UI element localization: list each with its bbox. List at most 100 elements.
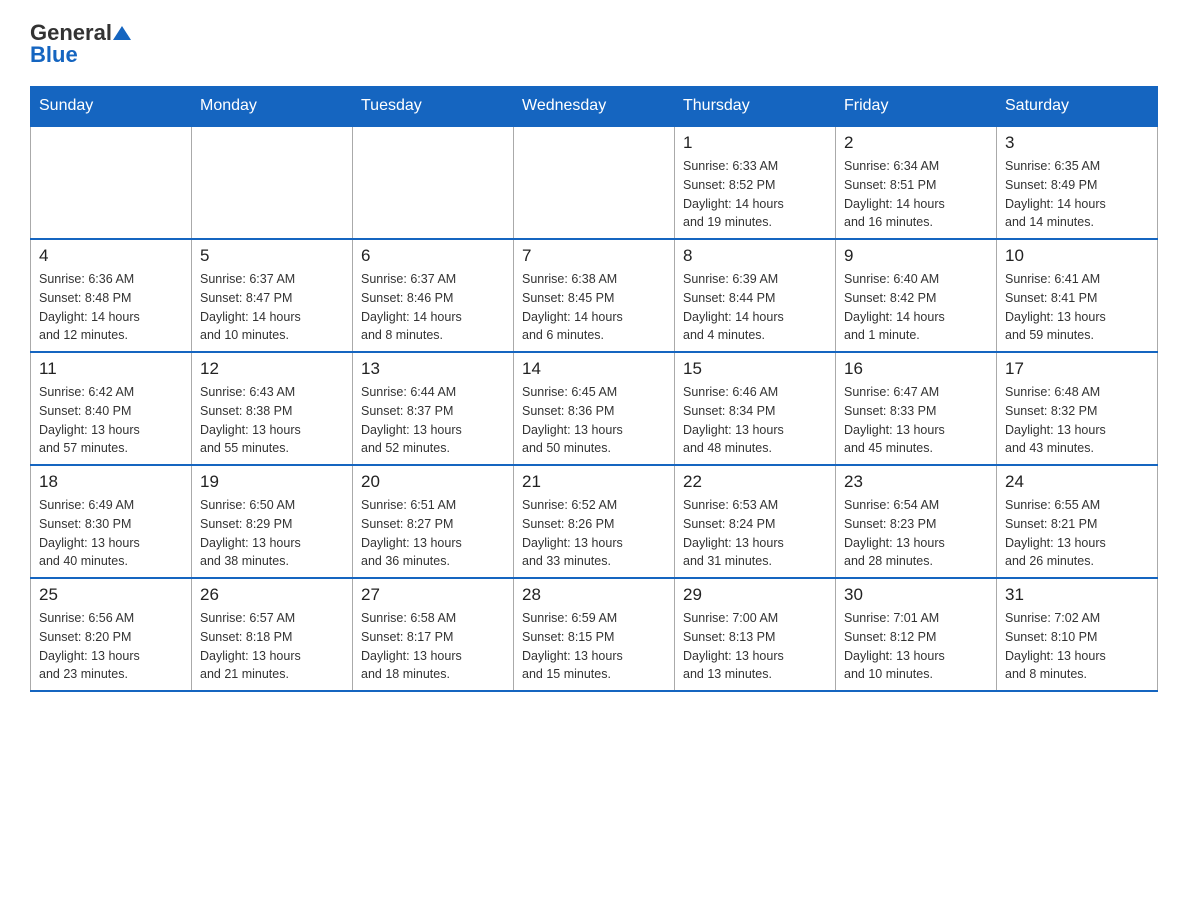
day-info: Sunrise: 6:50 AMSunset: 8:29 PMDaylight:… — [200, 496, 344, 571]
calendar-cell — [353, 126, 514, 239]
day-info: Sunrise: 6:46 AMSunset: 8:34 PMDaylight:… — [683, 383, 827, 458]
day-number: 28 — [522, 585, 666, 605]
calendar-cell: 24 Sunrise: 6:55 AMSunset: 8:21 PMDayligh… — [997, 465, 1158, 578]
calendar-cell: 7 Sunrise: 6:38 AMSunset: 8:45 PMDaylight… — [514, 239, 675, 352]
logo-triangle-icon — [113, 24, 131, 42]
calendar-cell: 10Sunrise: 6:41 AMSunset: 8:41 PMDayligh… — [997, 239, 1158, 352]
calendar-cell: 14 Sunrise: 6:45 AMSunset: 8:36 PMDayligh… — [514, 352, 675, 465]
day-info: Sunrise: 6:37 AMSunset: 8:47 PMDaylight:… — [200, 270, 344, 345]
calendar-cell: 30 Sunrise: 7:01 AMSunset: 8:12 PMDayligh… — [836, 578, 997, 691]
day-number: 3 — [1005, 133, 1149, 153]
calendar-cell: 19 Sunrise: 6:50 AMSunset: 8:29 PMDayligh… — [192, 465, 353, 578]
column-header-monday: Monday — [192, 87, 353, 127]
calendar-week-row: 11 Sunrise: 6:42 AMSunset: 8:40 PMDayligh… — [31, 352, 1158, 465]
calendar-table: SundayMondayTuesdayWednesdayThursdayFrid… — [30, 86, 1158, 692]
calendar-cell: 5Sunrise: 6:37 AMSunset: 8:47 PMDaylight… — [192, 239, 353, 352]
calendar-week-row: 4 Sunrise: 6:36 AMSunset: 8:48 PMDaylight… — [31, 239, 1158, 352]
day-number: 15 — [683, 359, 827, 379]
day-number: 31 — [1005, 585, 1149, 605]
calendar-cell: 31 Sunrise: 7:02 AMSunset: 8:10 PMDayligh… — [997, 578, 1158, 691]
day-info: Sunrise: 6:36 AMSunset: 8:48 PMDaylight:… — [39, 270, 183, 345]
day-number: 30 — [844, 585, 988, 605]
calendar-cell: 15 Sunrise: 6:46 AMSunset: 8:34 PMDayligh… — [675, 352, 836, 465]
column-header-tuesday: Tuesday — [353, 87, 514, 127]
column-header-wednesday: Wednesday — [514, 87, 675, 127]
day-info: Sunrise: 6:35 AMSunset: 8:49 PMDaylight:… — [1005, 157, 1149, 232]
calendar-cell: 12 Sunrise: 6:43 AMSunset: 8:38 PMDayligh… — [192, 352, 353, 465]
logo-blue-text: Blue — [30, 42, 78, 68]
day-info: Sunrise: 6:52 AMSunset: 8:26 PMDaylight:… — [522, 496, 666, 571]
calendar-cell: 4 Sunrise: 6:36 AMSunset: 8:48 PMDaylight… — [31, 239, 192, 352]
calendar-cell — [192, 126, 353, 239]
column-header-thursday: Thursday — [675, 87, 836, 127]
day-number: 2 — [844, 133, 988, 153]
day-number: 23 — [844, 472, 988, 492]
day-number: 19 — [200, 472, 344, 492]
calendar-cell: 3 Sunrise: 6:35 AMSunset: 8:49 PMDaylight… — [997, 126, 1158, 239]
calendar-cell: 13 Sunrise: 6:44 AMSunset: 8:37 PMDayligh… — [353, 352, 514, 465]
day-number: 9 — [844, 246, 988, 266]
day-number: 25 — [39, 585, 183, 605]
day-info: Sunrise: 6:38 AMSunset: 8:45 PMDaylight:… — [522, 270, 666, 345]
calendar-cell: 27Sunrise: 6:58 AMSunset: 8:17 PMDayligh… — [353, 578, 514, 691]
day-info: Sunrise: 7:00 AMSunset: 8:13 PMDaylight:… — [683, 609, 827, 684]
calendar-cell: 16 Sunrise: 6:47 AMSunset: 8:33 PMDayligh… — [836, 352, 997, 465]
day-info: Sunrise: 6:51 AMSunset: 8:27 PMDaylight:… — [361, 496, 505, 571]
calendar-cell: 18Sunrise: 6:49 AMSunset: 8:30 PMDayligh… — [31, 465, 192, 578]
day-number: 22 — [683, 472, 827, 492]
calendar-cell: 28 Sunrise: 6:59 AMSunset: 8:15 PMDayligh… — [514, 578, 675, 691]
day-info: Sunrise: 6:55 AMSunset: 8:21 PMDaylight:… — [1005, 496, 1149, 571]
calendar-cell — [514, 126, 675, 239]
day-info: Sunrise: 6:47 AMSunset: 8:33 PMDaylight:… — [844, 383, 988, 458]
day-number: 6 — [361, 246, 505, 266]
column-header-saturday: Saturday — [997, 87, 1158, 127]
day-info: Sunrise: 6:53 AMSunset: 8:24 PMDaylight:… — [683, 496, 827, 571]
day-number: 13 — [361, 359, 505, 379]
day-number: 1 — [683, 133, 827, 153]
day-info: Sunrise: 6:56 AMSunset: 8:20 PMDaylight:… — [39, 609, 183, 684]
page-header: General Blue — [30, 20, 1158, 68]
calendar-cell: 25 Sunrise: 6:56 AMSunset: 8:20 PMDayligh… — [31, 578, 192, 691]
calendar-cell — [31, 126, 192, 239]
calendar-week-row: 18Sunrise: 6:49 AMSunset: 8:30 PMDayligh… — [31, 465, 1158, 578]
day-info: Sunrise: 6:42 AMSunset: 8:40 PMDaylight:… — [39, 383, 183, 458]
day-info: Sunrise: 6:34 AMSunset: 8:51 PMDaylight:… — [844, 157, 988, 232]
day-info: Sunrise: 6:33 AMSunset: 8:52 PMDaylight:… — [683, 157, 827, 232]
calendar-cell: 26 Sunrise: 6:57 AMSunset: 8:18 PMDayligh… — [192, 578, 353, 691]
calendar-cell: 9 Sunrise: 6:40 AMSunset: 8:42 PMDaylight… — [836, 239, 997, 352]
day-number: 21 — [522, 472, 666, 492]
day-info: Sunrise: 7:02 AMSunset: 8:10 PMDaylight:… — [1005, 609, 1149, 684]
day-number: 11 — [39, 359, 183, 379]
day-number: 14 — [522, 359, 666, 379]
calendar-cell: 1 Sunrise: 6:33 AMSunset: 8:52 PMDaylight… — [675, 126, 836, 239]
day-info: Sunrise: 6:45 AMSunset: 8:36 PMDaylight:… — [522, 383, 666, 458]
day-info: Sunrise: 6:37 AMSunset: 8:46 PMDaylight:… — [361, 270, 505, 345]
day-info: Sunrise: 6:43 AMSunset: 8:38 PMDaylight:… — [200, 383, 344, 458]
day-number: 12 — [200, 359, 344, 379]
day-info: Sunrise: 7:01 AMSunset: 8:12 PMDaylight:… — [844, 609, 988, 684]
day-info: Sunrise: 6:48 AMSunset: 8:32 PMDaylight:… — [1005, 383, 1149, 458]
calendar-cell: 6 Sunrise: 6:37 AMSunset: 8:46 PMDaylight… — [353, 239, 514, 352]
calendar-cell: 21 Sunrise: 6:52 AMSunset: 8:26 PMDayligh… — [514, 465, 675, 578]
day-info: Sunrise: 6:39 AMSunset: 8:44 PMDaylight:… — [683, 270, 827, 345]
calendar-cell: 2 Sunrise: 6:34 AMSunset: 8:51 PMDaylight… — [836, 126, 997, 239]
day-info: Sunrise: 6:54 AMSunset: 8:23 PMDaylight:… — [844, 496, 988, 571]
day-info: Sunrise: 6:59 AMSunset: 8:15 PMDaylight:… — [522, 609, 666, 684]
day-number: 20 — [361, 472, 505, 492]
day-number: 7 — [522, 246, 666, 266]
calendar-cell: 29 Sunrise: 7:00 AMSunset: 8:13 PMDayligh… — [675, 578, 836, 691]
calendar-header-row: SundayMondayTuesdayWednesdayThursdayFrid… — [31, 87, 1158, 127]
day-info: Sunrise: 6:58 AMSunset: 8:17 PMDaylight:… — [361, 609, 505, 684]
day-number: 18 — [39, 472, 183, 492]
day-info: Sunrise: 6:57 AMSunset: 8:18 PMDaylight:… — [200, 609, 344, 684]
calendar-cell: 20 Sunrise: 6:51 AMSunset: 8:27 PMDayligh… — [353, 465, 514, 578]
day-info: Sunrise: 6:44 AMSunset: 8:37 PMDaylight:… — [361, 383, 505, 458]
day-number: 29 — [683, 585, 827, 605]
day-number: 16 — [844, 359, 988, 379]
day-number: 26 — [200, 585, 344, 605]
day-number: 4 — [39, 246, 183, 266]
day-info: Sunrise: 6:40 AMSunset: 8:42 PMDaylight:… — [844, 270, 988, 345]
column-header-sunday: Sunday — [31, 87, 192, 127]
column-header-friday: Friday — [836, 87, 997, 127]
day-number: 24 — [1005, 472, 1149, 492]
